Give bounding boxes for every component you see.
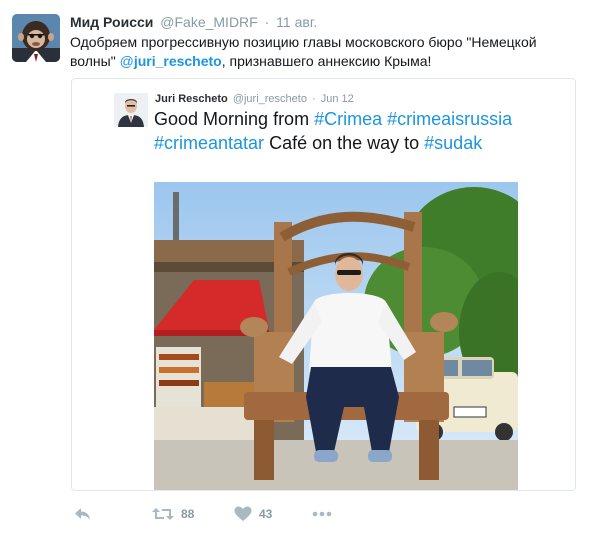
- mention-at: @: [119, 53, 134, 69]
- timestamp[interactable]: 11 авг.: [276, 14, 317, 30]
- author-screen-name[interactable]: @Fake_MIDRF: [160, 14, 257, 30]
- retweet-button[interactable]: 88: [152, 504, 194, 524]
- tweet: Мид Роисси @Fake_MIDRF · 11 авг. Одобряе…: [0, 0, 589, 534]
- separator: ·: [264, 14, 270, 30]
- tweet-actions: 88 43: [70, 504, 470, 524]
- retweet-count: 88: [181, 507, 195, 521]
- mention-name: juri_rescheto: [133, 53, 222, 69]
- quoted-author-name[interactable]: Juri Rescheto: [155, 93, 228, 105]
- quoted-text-part: Café on the way to: [264, 133, 425, 153]
- like-button[interactable]: 43: [234, 504, 272, 524]
- quoted-header: Juri Rescheto @juri_rescheto · Jun 12: [155, 92, 354, 106]
- retweet-icon: [152, 506, 174, 522]
- like-count: 43: [259, 507, 273, 521]
- tweet-text-part: , признавшего аннексию Крыма!: [221, 53, 432, 69]
- hashtag-link[interactable]: #crimeantatar: [154, 133, 264, 153]
- more-button[interactable]: [312, 504, 332, 524]
- hashtag-link[interactable]: #Crimea: [314, 109, 382, 129]
- tweet-text: Одобряем прогрессивную позицию главы мос…: [70, 33, 570, 71]
- hashtag-link[interactable]: #crimeaisrussia: [387, 109, 512, 129]
- mention-link[interactable]: @juri_rescheto: [120, 53, 222, 69]
- reply-icon: [74, 506, 92, 522]
- hashtag-link[interactable]: #sudak: [424, 133, 482, 153]
- separator: ·: [312, 93, 316, 105]
- more-icon: [312, 511, 332, 517]
- author-name[interactable]: Мид Роисси: [70, 14, 153, 30]
- heart-icon: [234, 506, 252, 522]
- avatar[interactable]: [12, 14, 60, 62]
- quoted-avatar[interactable]: [114, 93, 148, 127]
- quoted-tweet[interactable]: Juri Rescheto @juri_rescheto · Jun 12 Go…: [71, 78, 576, 491]
- quoted-text-part: Good Morning from: [154, 109, 315, 129]
- quoted-screen-name[interactable]: @juri_rescheto: [233, 93, 307, 105]
- quoted-text: Good Morning from #Crimea #crimeaisrussi…: [154, 107, 514, 155]
- tweet-header: Мид Роисси @Fake_MIDRF · 11 авг.: [70, 13, 317, 31]
- quoted-timestamp[interactable]: Jun 12: [321, 93, 354, 105]
- reply-button[interactable]: [74, 504, 92, 524]
- quoted-photo[interactable]: [154, 182, 518, 490]
